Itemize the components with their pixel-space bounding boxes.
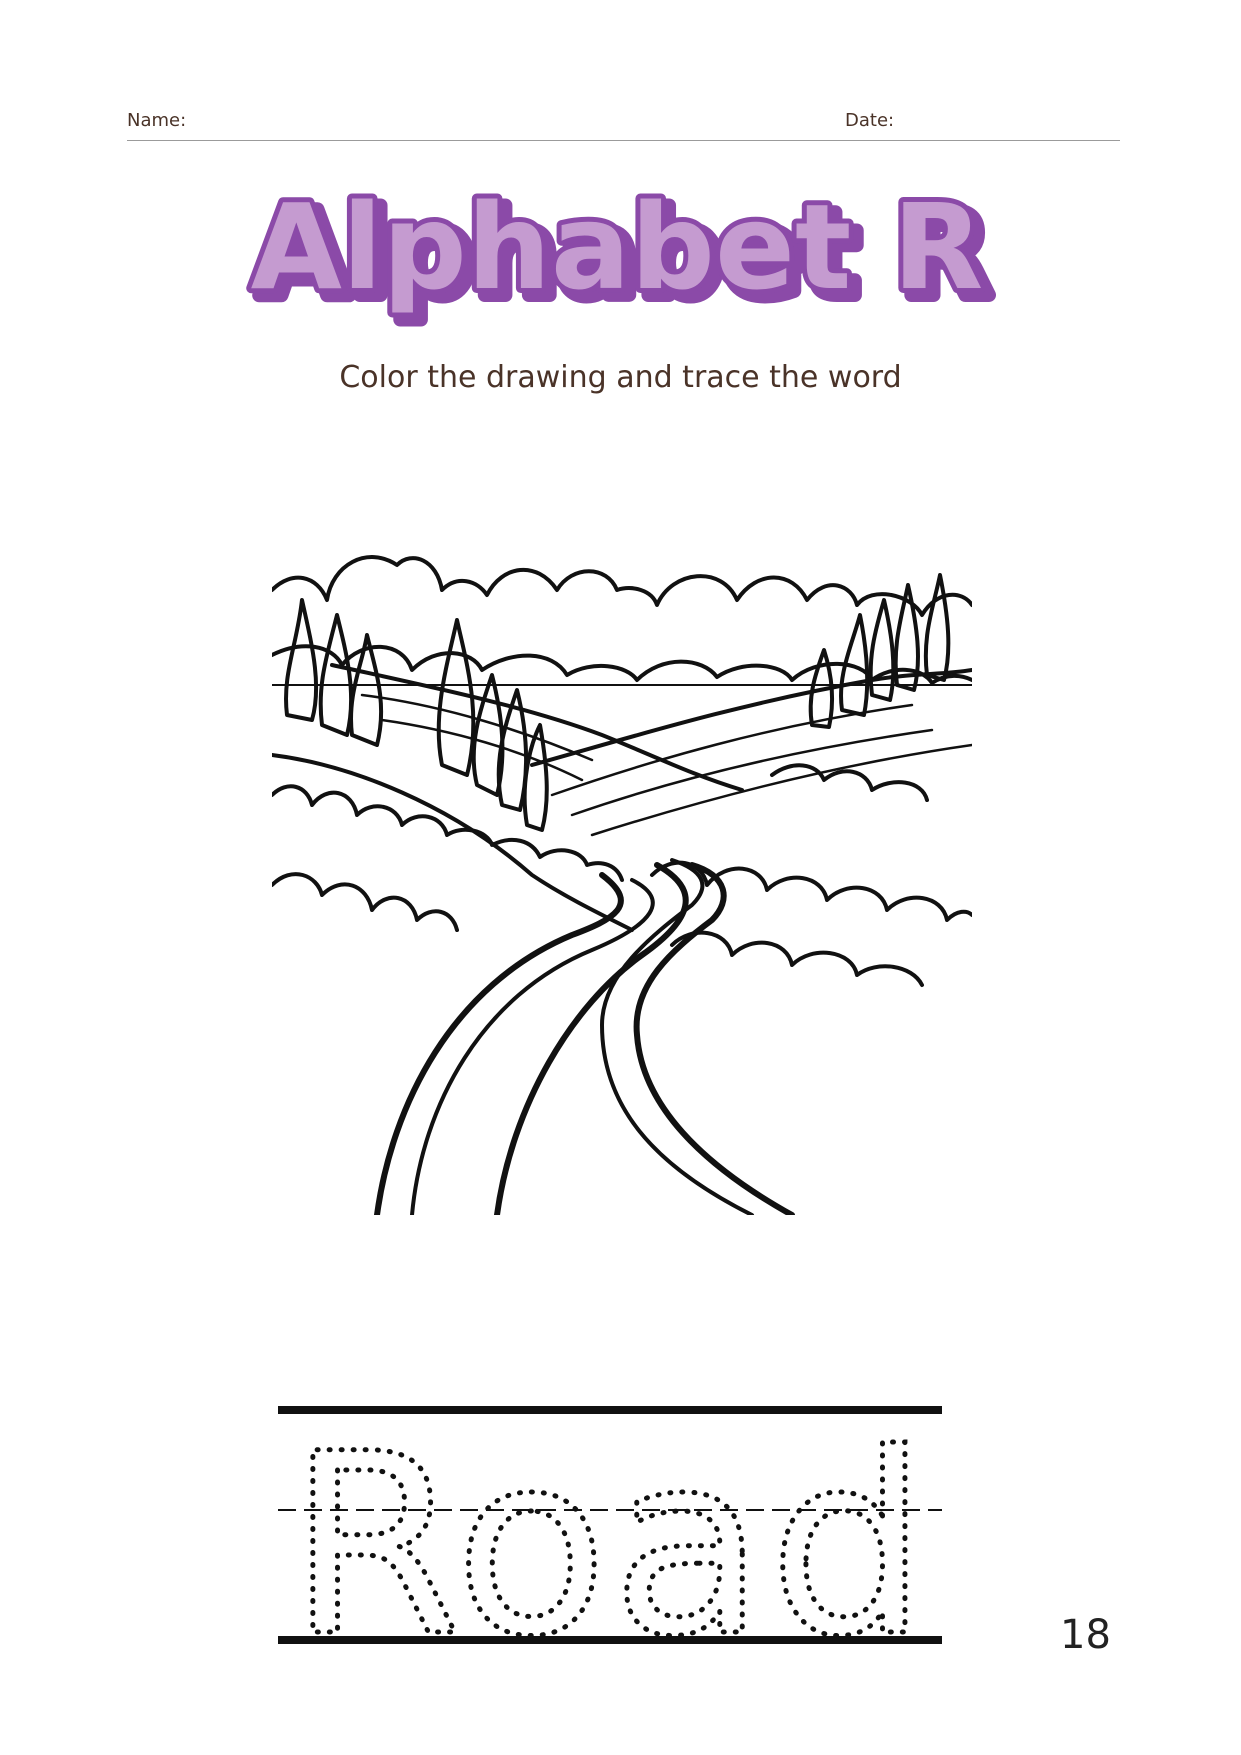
name-label: Name: [127, 110, 187, 131]
word-tracing-area: Road [278, 1398, 942, 1694]
coloring-drawing [270, 545, 974, 1218]
instructions: Color the drawing and trace the word [339, 360, 902, 395]
trace-word: Road [288, 1400, 931, 1652]
date-label: Date: [845, 110, 895, 131]
page-title: Alphabet R Alphabet R Alphabet R [0, 175, 1241, 335]
title-text: Alphabet R [251, 178, 984, 316]
trees-right [808, 573, 951, 729]
page-number: 18 [1060, 1612, 1111, 1658]
name-date-header: Name: Date: [127, 104, 1120, 141]
